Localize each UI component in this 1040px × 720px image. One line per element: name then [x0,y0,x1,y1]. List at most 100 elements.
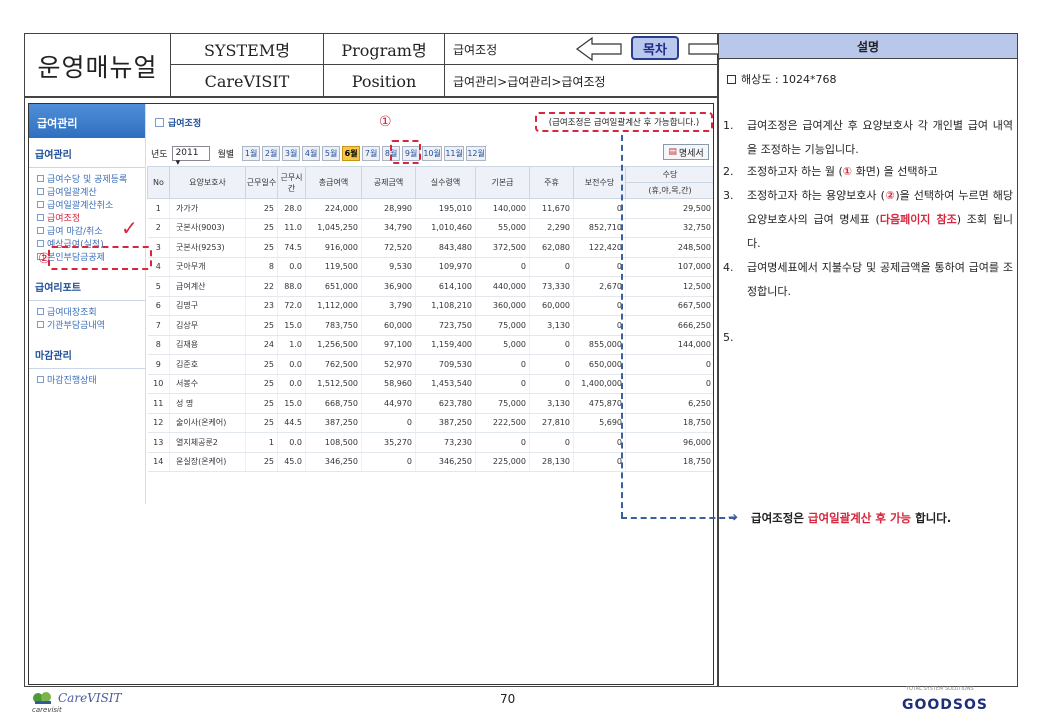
sidebar-item[interactable]: 급여일괄계산취소 [29,198,145,211]
month-tab[interactable]: 6월 [342,145,361,161]
table-cell: 72,520 [361,237,416,258]
table-cell: 666,250 [625,315,713,336]
table-row[interactable]: 7 김상무 25 15.0 783,750 60,000 723,750 75,000 3,13… [147,315,713,336]
table-cell: 650,000 [573,354,626,375]
table-cell: 0 [573,432,626,453]
document-icon: ▤ [668,147,677,157]
manual-title: 운영매뉴얼 [25,34,171,97]
bullet-icon [37,321,44,328]
month-tab[interactable]: 2월 [262,145,281,161]
checkmark-icon: ✓ [121,216,138,240]
sidebar-section-title[interactable]: 마감관리 [29,341,145,369]
table-row[interactable]: 12 술이사(온케어) 25 44.5 387,250 0 387,250 222,500 27… [147,413,713,433]
sidebar-item[interactable]: 기관부담금내역 [29,318,145,331]
table-cell[interactable]: 김재용 [169,335,246,355]
month-tab[interactable]: 12월 [466,145,487,161]
sidebar-item[interactable]: 마감진행상태 [29,373,145,386]
table-cell: 1,400,000 [573,374,626,394]
table-cell[interactable]: 성 명 [169,393,246,414]
table-row[interactable]: 5 급여계산 22 88.0 651,000 36,900 614,100 440,000 73… [147,276,713,297]
pay-statement-button[interactable]: ▤ 명세서 [663,144,709,160]
table-cell: 74.5 [277,237,306,258]
note-text: 합니다. [911,511,952,525]
table-cell: 35,270 [361,432,416,453]
table-cell[interactable]: 급여계산 [169,276,246,297]
table-row[interactable]: 8 김재용 24 1.0 1,256,500 97,100 1,159,400 5,000 0 8… [147,335,713,355]
table-cell: 0 [529,257,574,277]
table-cell[interactable]: 윤실장(온케어) [169,452,246,472]
sidebar-section-title[interactable]: 급여리포트 [29,273,145,301]
table-cell[interactable]: 굿본사(9253) [169,237,246,258]
table-cell: 25 [245,218,278,238]
table-cell[interactable]: 김명구 [169,296,246,316]
table-cell: 0 [529,432,574,453]
table-cell[interactable]: 서봉수 [169,374,246,394]
col-days: 근무일수 [245,166,278,199]
desc-num: 3. [723,189,734,202]
table-cell: 783,750 [305,315,362,336]
prev-arrow-icon[interactable] [575,36,623,62]
description-panel: 설명 해상도 : 1024*768 1. 급여조정은 급여계산 후 요양보호사 … [718,33,1018,687]
table-cell[interactable]: 굿아무개 [169,257,246,277]
desc-item-3: 3. 조정하고자 하는 용양보호사 (②)을 선택하여 누르면 해당 요양보호사… [723,184,1013,256]
table-cell[interactable]: 김상무 [169,315,246,336]
table-row[interactable]: 9 김준호 25 0.0 762,500 52,970 709,530 0 0 650,000 0 [147,354,713,375]
good-logo-text: GOODSOS [902,697,988,713]
table-cell[interactable]: 가가가 [169,198,246,219]
table-cell: 140,000 [475,198,530,219]
year-select[interactable]: 2011 ▾ [171,145,210,168]
month-tab[interactable]: 5월 [322,145,341,161]
col-allowance-sub: (휴,야,목,간) [625,182,713,199]
breadcrumb: 급여조정 [155,116,201,129]
table-row[interactable]: 10 서봉수 25 0.0 1,512,500 58,960 1,453,540 0 0 1,40… [147,374,713,394]
month-tab[interactable]: 1월 [242,145,261,161]
table-cell[interactable]: 열지체공룬2 [169,432,246,453]
desc-num: 1. [723,119,734,132]
table-row[interactable]: 4 굿아무개 8 0.0 119,500 9,530 109,970 0 0 0 107,000 [147,257,713,277]
month-tab[interactable]: 3월 [282,145,301,161]
sidebar-item[interactable]: 급여일괄계산 [29,185,145,198]
month-tab[interactable]: 7월 [362,145,381,161]
year-label: 년도 [151,149,168,160]
table-cell: 6,250 [625,393,713,414]
table-cell: 1,045,250 [305,218,362,238]
table-cell[interactable]: 김준호 [169,354,246,375]
table-cell[interactable]: 술이사(온케어) [169,413,246,433]
table-cell: 0.0 [277,374,306,394]
table-cell: 1.0 [277,335,306,355]
app-screen: 급여관리 급여관리 급여수당 및 공제등록 급여일괄계산 급여일괄계산취소 급여조정 급여… [28,103,714,685]
table-row[interactable]: 6 김명구 23 72.0 1,112,000 3,790 1,108,210 360,000… [147,296,713,316]
table-row[interactable]: 3 굿본사(9253) 25 74.5 916,000 72,520 843,480 372,… [147,237,713,258]
pay-statement-label: 명세서 [678,148,704,159]
desc-item-4: 4. 급여명세표에서 지불수당 및 공제금액을 통하여 급여를 조정합니다. [723,256,1013,304]
sidebar-item[interactable]: 급여대장조회 [29,305,145,318]
table-cell: 387,250 [415,413,476,433]
sidebar-section-title[interactable]: 급여관리 [29,140,145,168]
table-row[interactable]: 14 윤실장(온케어) 25 45.0 346,250 0 346,250 225,000 28… [147,452,713,472]
table-row[interactable]: 1 가가가 25 28.0 224,000 28,990 195,010 140,000 11,… [147,198,713,219]
desc-item-5: 5. [723,326,1013,350]
table-cell: 11.0 [277,218,306,238]
table-cell: 34,790 [361,218,416,238]
table-cell[interactable]: 굿본사(9003) [169,218,246,238]
bullet-icon [37,175,44,182]
table-cell: 22 [245,276,278,297]
resolution-text: 해상도 : 1024*768 [741,73,837,86]
toc-button[interactable]: 목차 [631,36,679,60]
table-cell: 3,130 [529,393,574,414]
bullet-icon [37,214,44,221]
desc-text-part: 조정하고자 하는 월 ( [747,165,843,178]
table-row[interactable]: 2 굿본사(9003) 25 11.0 1,045,250 34,790 1,010,460… [147,218,713,238]
month-tab[interactable]: 4월 [302,145,321,161]
table-row[interactable]: 11 성 명 25 15.0 668,750 44,970 623,780 75,000 3,1… [147,393,713,414]
table-cell: 762,500 [305,354,362,375]
sidebar-item[interactable]: 급여수당 및 공제등록 [29,172,145,185]
table-cell: 11 [147,393,170,414]
table-cell: 3,790 [361,296,416,316]
month-tab[interactable]: 10월 [422,145,443,161]
table-row[interactable]: 13 열지체공룬2 1 0.0 108,500 35,270 73,230 0 0 0 96,000 [147,432,713,453]
table-cell: 8 [147,335,170,355]
month-tab[interactable]: 11월 [444,145,465,161]
table-cell: 28.0 [277,198,306,219]
table-cell: 0 [625,374,713,394]
